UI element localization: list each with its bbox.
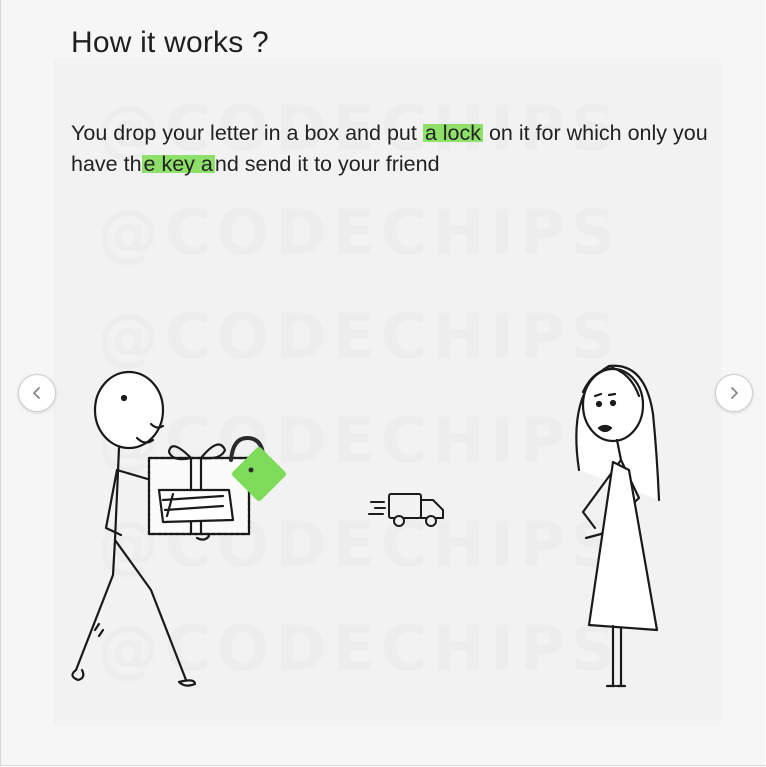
gift-box xyxy=(147,443,251,536)
chevron-right-icon xyxy=(731,387,738,399)
chevron-left-icon xyxy=(33,387,40,399)
woman-figure xyxy=(575,364,661,688)
next-slide-button[interactable] xyxy=(715,374,753,412)
illustration xyxy=(71,364,661,688)
truck-icon xyxy=(368,493,444,527)
prev-slide-button[interactable] xyxy=(18,374,56,412)
slide-card: @CODECHIPS @CODECHIPS @CODECHIPS @CODECH… xyxy=(0,0,765,766)
